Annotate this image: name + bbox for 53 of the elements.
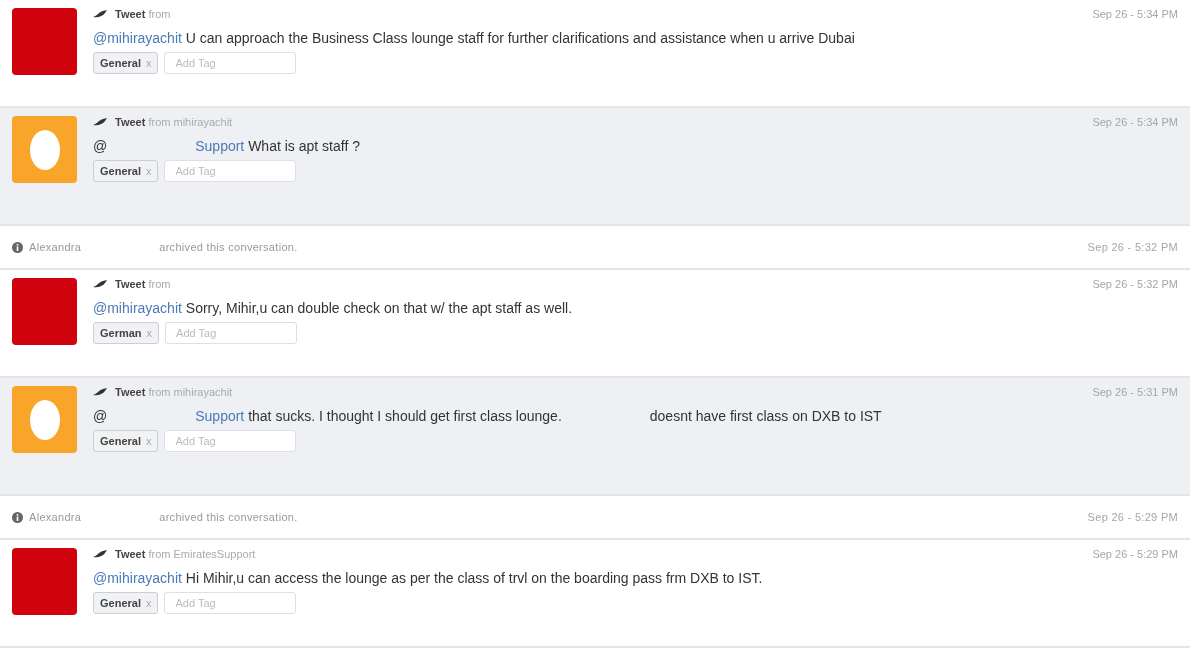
tag: General x: [93, 160, 159, 182]
timestamp: Sep 26 - 5:32 PM: [1092, 278, 1178, 290]
add-tag-field[interactable]: Add Tag: [164, 430, 297, 452]
add-tag-field[interactable]: Add Tag: [164, 160, 297, 182]
timestamp: Sep 26 - 5:34 PM: [1092, 116, 1178, 128]
timestamp: Sep 26 - 5:29 PM: [1087, 511, 1178, 523]
bird-icon: [93, 388, 107, 396]
tweet-source: Tweet from: [115, 278, 171, 290]
tag: General x: [93, 592, 159, 614]
timestamp: Sep 26 - 5:31 PM: [1092, 386, 1178, 398]
tag-remove[interactable]: x: [145, 435, 152, 447]
tag-remove[interactable]: x: [145, 597, 152, 609]
bird-icon: [93, 280, 107, 288]
avatar: [12, 8, 77, 75]
tweet-text: @mihirayachit Sorry, Mihir,u can double check on that w/ the apt staff as well.: [93, 300, 574, 316]
avatar: [12, 278, 77, 345]
tweet-source: Tweet from: [115, 8, 171, 20]
tag-remove[interactable]: x: [145, 165, 152, 177]
avatar: [12, 386, 77, 453]
tweet-text: @ Support What is apt staff ?: [93, 138, 361, 154]
info-icon: [12, 241, 23, 253]
tweet-source: Tweet from mihirayachit: [115, 386, 233, 398]
avatar: [12, 116, 77, 183]
tag: German x: [93, 322, 160, 344]
avatar: [12, 548, 77, 615]
tweet-text: @mihirayachit U can approach the Business Class lounge staff for further clarifications and assistance when u arrive Dubai: [93, 30, 856, 46]
mention-link[interactable]: @mihirayachit: [93, 300, 182, 316]
mention-link[interactable]: Support: [195, 138, 245, 154]
event-text: archived this conversation.: [159, 241, 298, 253]
bird-icon: [93, 550, 107, 558]
mention-link[interactable]: @mihirayachit: [93, 30, 182, 46]
event-text: archived this conversation.: [159, 511, 298, 523]
tweet-source: Tweet from EmiratesSupport: [115, 548, 256, 560]
tag-remove[interactable]: x: [146, 327, 153, 339]
add-tag-field[interactable]: Add Tag: [164, 592, 297, 614]
tag: General x: [93, 52, 159, 74]
tweet-text: @mihirayachit Hi Mihir,u can access the lounge as per the class of trvl on the boarding pass frm DXB to IST.: [93, 570, 764, 586]
tweet-text: @ Support that sucks. I thought I should get first class lounge. doesnt have first class on DXB to IST: [93, 408, 883, 424]
add-tag-field[interactable]: Add Tag: [164, 52, 297, 74]
bird-icon: [93, 118, 107, 126]
tweet-source: Tweet from mihirayachit: [115, 116, 233, 128]
timestamp: Sep 26 - 5:34 PM: [1092, 8, 1178, 20]
user-name: Alexandra: [29, 511, 82, 523]
timestamp: Sep 26 - 5:32 PM: [1087, 241, 1178, 253]
tag-remove[interactable]: x: [145, 57, 152, 69]
mention-link[interactable]: @mihirayachit: [93, 570, 182, 586]
mention-link[interactable]: Support: [195, 408, 245, 424]
tag: General x: [93, 430, 159, 452]
bird-icon: [93, 10, 107, 18]
add-tag-field[interactable]: Add Tag: [165, 322, 298, 344]
timestamp: Sep 26 - 5:29 PM: [1092, 548, 1178, 560]
user-name: Alexandra: [29, 241, 82, 253]
info-icon: [12, 511, 23, 523]
